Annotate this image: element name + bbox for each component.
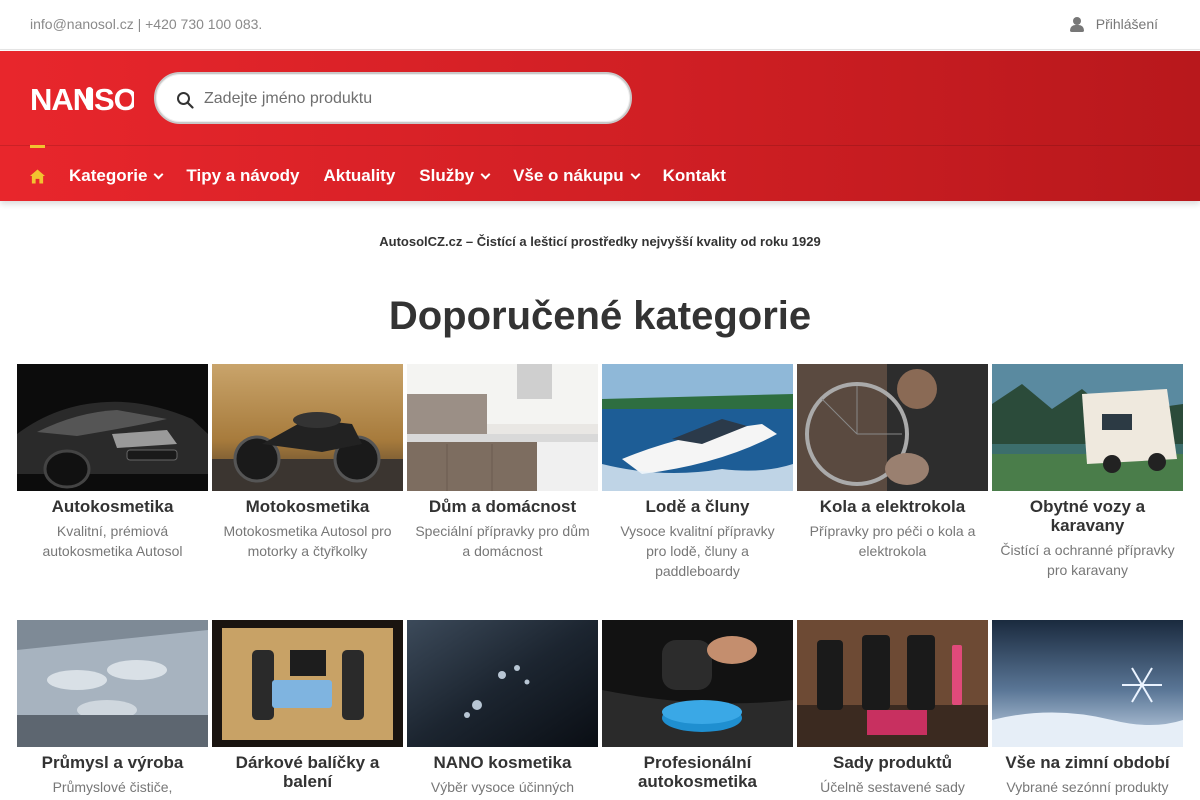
- category-title: Motokosmetika: [245, 497, 370, 516]
- category-title: Kola a elektrokola: [819, 497, 966, 516]
- category-card-nano[interactable]: NANO kosmetika Výběr vysoce účinných: [407, 620, 598, 797]
- nanosol-logo[interactable]: NAN SOL: [30, 81, 134, 115]
- category-card-dum[interactable]: Dům a domácnost Speciální přípravky pro …: [407, 364, 598, 561]
- home-icon[interactable]: [30, 168, 45, 184]
- category-title: Vše na zimní období: [1005, 753, 1170, 772]
- nav-label: Kontakt: [662, 166, 726, 185]
- category-desc: Přípravky pro péči o kola a elektrokola: [809, 523, 976, 559]
- category-title: Sady produktů: [832, 753, 952, 772]
- category-card-motokosmetika[interactable]: Motokosmetika Motokosmetika Autosol pro …: [212, 364, 403, 561]
- snowflake-image: [992, 620, 1183, 747]
- section-heading: Doporučené kategorie: [388, 294, 812, 338]
- search-input[interactable]: [204, 84, 604, 114]
- user-icon: [1069, 16, 1084, 32]
- chevron-down-icon: [153, 169, 164, 179]
- search-icon[interactable]: [176, 91, 194, 109]
- nav-label: Kategorie: [69, 166, 148, 185]
- category-card-autokosmetika[interactable]: Autokosmetika Kvalitní, prémiová autokos…: [17, 364, 208, 561]
- category-desc: Čistící a ochranné přípravky pro karavan…: [1000, 542, 1175, 578]
- industry-image: [17, 620, 208, 747]
- car-image: [17, 364, 208, 491]
- category-card-darky[interactable]: Dárkové balíčky a balení: [212, 620, 403, 796]
- nav-item-tipy[interactable]: Tipy a návody: [186, 166, 299, 186]
- nav-item-nakup[interactable]: Vše o nákupu: [513, 166, 641, 186]
- category-card-profi[interactable]: Profesionální autokosmetika: [602, 620, 793, 796]
- contact-info[interactable]: info@nanosol.cz | +420 730 100 083.: [30, 16, 262, 32]
- nav-divider: [0, 145, 1200, 146]
- category-desc: Kvalitní, prémiová autokosmetika Autosol: [42, 523, 183, 559]
- top-bar: info@nanosol.cz | +420 730 100 083. Přih…: [0, 0, 1200, 50]
- login-label: Přihlášení: [1095, 16, 1158, 32]
- nav-item-aktuality[interactable]: Aktuality: [323, 166, 395, 186]
- category-card-kola[interactable]: Kola a elektrokola Přípravky pro péči o …: [797, 364, 988, 561]
- nav-label: Tipy a návody: [186, 166, 300, 185]
- login-link[interactable]: Přihlášení: [1069, 16, 1158, 32]
- bicycle-image: [797, 364, 988, 491]
- header: NAN SOL Kategorie Tipy a návody Aktualit…: [0, 51, 1200, 201]
- category-title: Dům a domácnost: [428, 497, 577, 516]
- svg-text:SOL: SOL: [94, 82, 134, 115]
- gift-box-image: [212, 620, 403, 747]
- category-title: NANO kosmetika: [433, 753, 572, 772]
- category-card-lode[interactable]: Lodě a čluny Vysoce kvalitní přípravky p…: [602, 364, 793, 581]
- svg-text:NAN: NAN: [30, 82, 94, 115]
- nav-item-kontakt[interactable]: Kontakt: [663, 166, 726, 186]
- nav-label: Aktuality: [323, 166, 396, 185]
- polisher-image: [602, 620, 793, 747]
- boat-image: [602, 364, 793, 491]
- category-title: Profesionální autokosmetika: [637, 753, 758, 791]
- category-title: Obytné vozy a karavany: [1029, 497, 1146, 535]
- category-card-karavany[interactable]: Obytné vozy a karavany Čistící a ochrann…: [992, 364, 1183, 580]
- category-card-prumysl[interactable]: Průmysl a výroba Průmyslové čističe,: [17, 620, 208, 797]
- kitchen-image: [407, 364, 598, 491]
- category-card-zima[interactable]: Vše na zimní období Vybrané sezónní prod…: [992, 620, 1183, 797]
- caravan-image: [992, 364, 1183, 491]
- nav-item-kategorie[interactable]: Kategorie: [69, 166, 164, 186]
- category-desc: Účelně sestavené sady: [820, 779, 965, 795]
- chevron-down-icon: [630, 169, 641, 179]
- category-card-sady[interactable]: Sady produktů Účelně sestavené sady: [797, 620, 988, 797]
- category-title: Autokosmetika: [51, 497, 174, 516]
- category-desc: Vybrané sezónní produkty: [1006, 779, 1169, 795]
- product-set-image: [797, 620, 988, 747]
- category-title: Lodě a čluny: [645, 497, 750, 516]
- chevron-down-icon: [480, 169, 491, 179]
- category-desc: Vysoce kvalitní přípravky pro lodě, člun…: [620, 523, 775, 579]
- nav-label: Vše o nákupu: [513, 166, 624, 185]
- category-title: Průmysl a výroba: [41, 753, 184, 772]
- nav-label: Služby: [419, 166, 475, 185]
- nano-coating-image: [407, 620, 598, 747]
- category-desc: Výběr vysoce účinných: [430, 779, 575, 795]
- category-desc: Průmyslové čističe,: [52, 779, 173, 795]
- main-nav: Kategorie Tipy a návody Aktuality Služby…: [30, 161, 750, 191]
- category-title: Dárkové balíčky a balení: [235, 753, 380, 791]
- motorcycle-image: [212, 364, 403, 491]
- category-desc: Motokosmetika Autosol pro motorky a čtyř…: [223, 523, 392, 559]
- category-desc: Speciální přípravky pro dům a domácnost: [415, 523, 590, 559]
- nav-item-sluzby[interactable]: Služby: [419, 166, 491, 186]
- active-indicator: [30, 145, 45, 148]
- tagline: AutosolCZ.cz – Čistící a lešticí prostře…: [379, 234, 821, 249]
- search-box: [154, 72, 632, 124]
